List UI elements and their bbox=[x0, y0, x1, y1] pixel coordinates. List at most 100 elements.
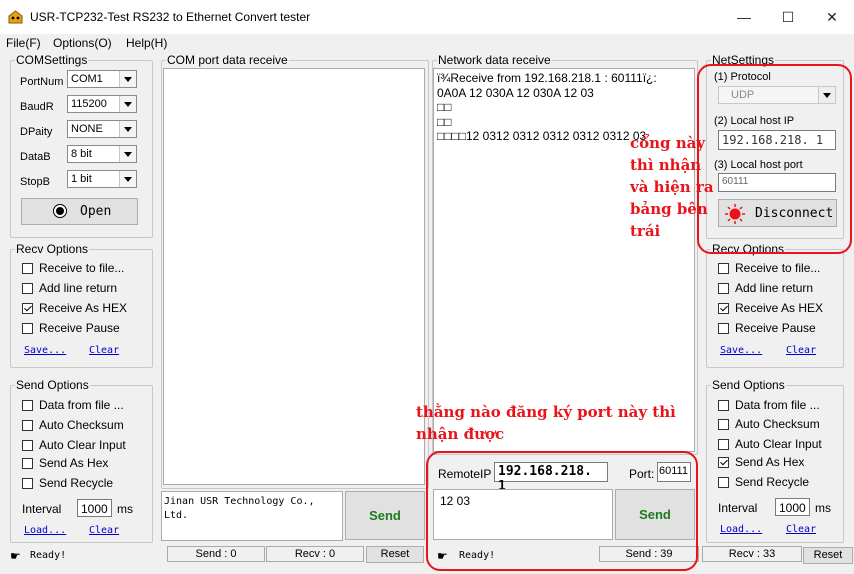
hand-pointer-icon: ☛ bbox=[10, 549, 21, 563]
com-settings-legend: COMSettings bbox=[16, 53, 88, 67]
net-save-link[interactable]: Save... bbox=[720, 345, 762, 356]
chevron-down-icon bbox=[119, 71, 136, 87]
com-send-button[interactable]: Send bbox=[345, 491, 425, 540]
net-interval-input[interactable]: 1000 bbox=[775, 498, 810, 516]
com-send-as-hex-label: Send As Hex bbox=[39, 456, 109, 470]
net-receive-pause-checkbox[interactable] bbox=[718, 323, 729, 334]
app-icon bbox=[8, 10, 23, 24]
menu-file[interactable]: File(F) bbox=[6, 36, 41, 50]
maximize-button[interactable]: ☐ bbox=[766, 0, 810, 34]
network-receive-line: ï¾Receive from 192.168.218.1 : 60111ï¿: bbox=[437, 71, 657, 85]
com-data-from-file-checkbox[interactable] bbox=[22, 400, 33, 411]
com-interval-label: Interval bbox=[22, 502, 62, 516]
menu-help[interactable]: Help(H) bbox=[126, 36, 167, 50]
com-send-as-hex-checkbox[interactable] bbox=[22, 458, 33, 469]
network-receive-line: □□ bbox=[437, 100, 452, 114]
com-receive-to-file-checkbox[interactable] bbox=[22, 263, 33, 274]
com-receive-as-hex-checkbox[interactable] bbox=[22, 303, 33, 314]
annotation-box-net-settings bbox=[697, 64, 852, 254]
net-auto-clear-input-checkbox[interactable] bbox=[718, 439, 729, 450]
parity-label: DPaity bbox=[20, 126, 53, 138]
com-interval-unit: ms bbox=[117, 502, 133, 516]
net-clear-recv-link[interactable]: Clear bbox=[786, 345, 816, 356]
com-auto-checksum-checkbox[interactable] bbox=[22, 420, 33, 431]
chevron-down-icon bbox=[119, 171, 136, 187]
stopbits-label: StopB bbox=[20, 176, 50, 188]
minimize-button[interactable]: — bbox=[722, 0, 766, 34]
net-add-line-return-checkbox[interactable] bbox=[718, 283, 729, 294]
portnum-label: PortNum bbox=[20, 76, 64, 88]
com-add-line-return-label: Add line return bbox=[39, 281, 118, 295]
network-receive-legend: Network data receive bbox=[438, 53, 551, 67]
baudrate-select[interactable]: 115200 bbox=[67, 95, 137, 113]
network-receive-line: □□ bbox=[437, 114, 452, 129]
network-receive-textarea[interactable]: ï¾Receive from 192.168.218.1 : 60111ï¿: … bbox=[433, 68, 695, 452]
net-interval-label: Interval bbox=[718, 501, 758, 515]
window-title: USR-TCP232-Test RS232 to Ethernet Conver… bbox=[30, 10, 311, 24]
menu-options[interactable]: Options(O) bbox=[53, 36, 112, 50]
net-auto-checksum-checkbox[interactable] bbox=[718, 419, 729, 430]
com-send-recycle-label: Send Recycle bbox=[39, 476, 114, 490]
net-data-from-file-checkbox[interactable] bbox=[718, 400, 729, 411]
net-clear-send-link[interactable]: Clear bbox=[786, 524, 816, 535]
com-receive-to-file-label: Receive to file... bbox=[39, 261, 125, 275]
net-send-recycle-checkbox[interactable] bbox=[718, 477, 729, 488]
baudrate-label: BaudR bbox=[20, 101, 54, 113]
net-receive-to-file-checkbox[interactable] bbox=[718, 263, 729, 274]
com-clear-send-link[interactable]: Clear bbox=[89, 525, 119, 536]
net-receive-as-hex-checkbox[interactable] bbox=[718, 303, 729, 314]
portnum-select[interactable]: COM1 bbox=[67, 70, 137, 88]
com-load-link[interactable]: Load... bbox=[24, 525, 66, 536]
net-auto-checksum-label: Auto Checksum bbox=[735, 417, 820, 431]
com-clear-recv-link[interactable]: Clear bbox=[89, 345, 119, 356]
parity-select[interactable]: NONE bbox=[67, 120, 137, 138]
status-recv-count-left: Recv : 0 bbox=[266, 546, 364, 562]
com-auto-clear-input-checkbox[interactable] bbox=[22, 440, 33, 451]
net-send-as-hex-label: Send As Hex bbox=[735, 455, 805, 469]
net-data-from-file-label: Data from file ... bbox=[735, 398, 820, 412]
net-receive-pause-label: Receive Pause bbox=[735, 321, 816, 335]
com-save-link[interactable]: Save... bbox=[24, 345, 66, 356]
databits-select[interactable]: 8 bit bbox=[67, 145, 137, 163]
status-recv-count-right: Recv : 33 bbox=[702, 546, 802, 562]
net-send-options-legend: Send Options bbox=[712, 378, 785, 392]
chevron-down-icon bbox=[119, 121, 136, 137]
com-recv-options-legend: Recv Options bbox=[16, 242, 89, 256]
stopbits-select[interactable]: 1 bit bbox=[67, 170, 137, 188]
net-send-as-hex-checkbox[interactable] bbox=[718, 457, 729, 468]
chevron-down-icon bbox=[119, 96, 136, 112]
close-button[interactable]: ✕ bbox=[810, 0, 854, 34]
com-data-from-file-label: Data from file ... bbox=[39, 398, 124, 412]
net-send-recycle-label: Send Recycle bbox=[735, 475, 810, 489]
annotation-box-remote-send bbox=[426, 451, 698, 571]
com-receive-as-hex-label: Receive As HEX bbox=[39, 301, 128, 315]
com-interval-input[interactable]: 1000 bbox=[77, 499, 112, 517]
menu-bar: File(F) Options(O) Help(H) bbox=[0, 34, 854, 52]
com-auto-checksum-label: Auto Checksum bbox=[39, 418, 124, 432]
com-auto-clear-input-label: Auto Clear Input bbox=[39, 438, 126, 452]
net-receive-as-hex-label: Receive As HEX bbox=[735, 301, 824, 315]
com-receive-pause-label: Receive Pause bbox=[39, 321, 120, 335]
com-receive-legend: COM port data receive bbox=[167, 53, 288, 67]
com-send-recycle-checkbox[interactable] bbox=[22, 478, 33, 489]
com-receive-textarea[interactable] bbox=[163, 68, 425, 485]
com-send-textarea[interactable]: Jinan USR Technology Co., Ltd. bbox=[161, 491, 343, 541]
reset-button-left[interactable]: Reset bbox=[366, 546, 424, 563]
net-add-line-return-label: Add line return bbox=[735, 281, 814, 295]
com-add-line-return-checkbox[interactable] bbox=[22, 283, 33, 294]
com-send-options-legend: Send Options bbox=[16, 378, 89, 392]
annotation-note-right: cổng này thì nhận và hiện ra bảng bên tr… bbox=[630, 134, 714, 240]
databits-label: DataB bbox=[20, 151, 51, 163]
net-receive-to-file-label: Receive to file... bbox=[735, 261, 821, 275]
network-receive-line: 0A0A 12 030A 12 030A 12 03 bbox=[437, 85, 594, 100]
title-bar: USR-TCP232-Test RS232 to Ethernet Conver… bbox=[0, 0, 854, 34]
chevron-down-icon bbox=[119, 146, 136, 162]
reset-button-right[interactable]: Reset bbox=[803, 547, 853, 564]
com-receive-pause-checkbox[interactable] bbox=[22, 323, 33, 334]
status-ready-left: Ready! bbox=[30, 550, 67, 561]
open-button[interactable]: Open bbox=[21, 198, 138, 225]
net-load-link[interactable]: Load... bbox=[720, 524, 762, 535]
open-indicator-icon bbox=[54, 205, 66, 217]
status-send-count-left: Send : 0 bbox=[167, 546, 265, 562]
annotation-note-bottom: thằng nào đăng ký port này thì nhận được bbox=[416, 403, 676, 443]
